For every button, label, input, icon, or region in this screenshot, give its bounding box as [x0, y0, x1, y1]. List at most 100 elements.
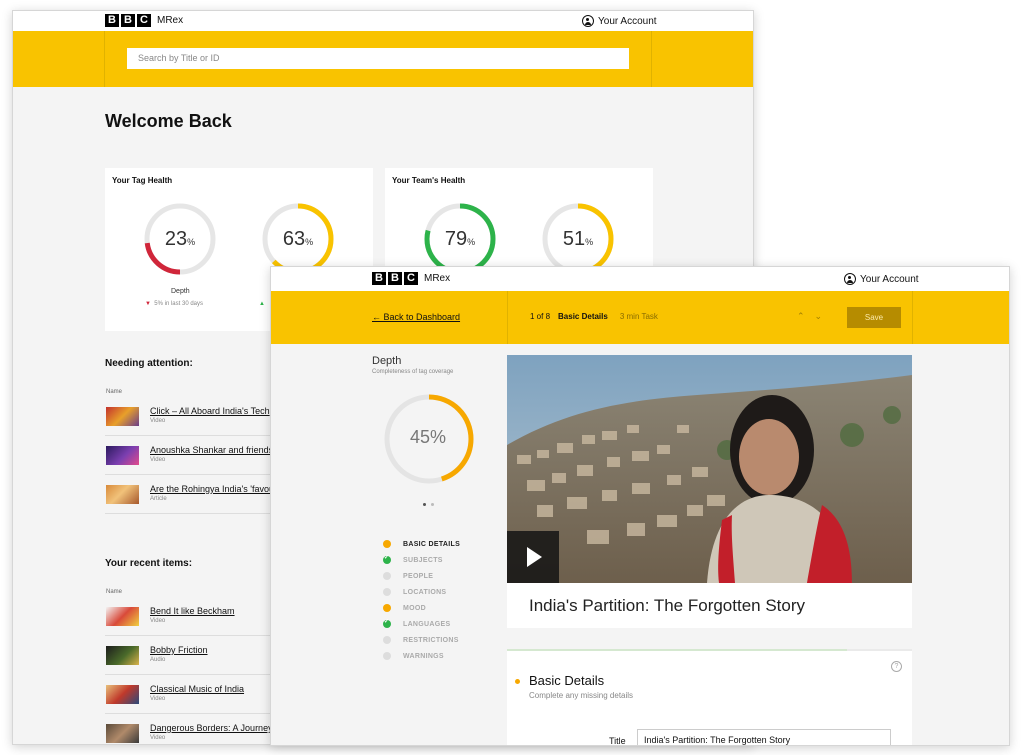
item-type: Video: [150, 735, 166, 741]
logo-letter: B: [372, 272, 386, 285]
account-icon: [844, 273, 856, 285]
video-still-image: [507, 355, 912, 583]
item-type: Video: [150, 457, 166, 463]
ring-number: 51: [562, 228, 586, 250]
status-dot: [383, 604, 391, 612]
step-label: LANGUAGES: [403, 620, 451, 628]
status-dot: [515, 679, 520, 684]
bbc-logo[interactable]: B B C MRex: [105, 14, 183, 27]
list-item[interactable]: Are the Rohingya India's 'favou Article: [105, 476, 295, 514]
thumbnail-image: [106, 685, 139, 704]
task-info: 1 of 8 Basic Details 3 min Task: [530, 312, 658, 321]
basic-details-panel: Basic Details Complete any missing detai…: [507, 649, 912, 746]
section-accent: [507, 649, 847, 651]
save-button[interactable]: Save: [847, 307, 901, 328]
item-title-link[interactable]: Anoushka Shankar and friends: [150, 445, 273, 455]
depth-value: 45%: [409, 427, 447, 447]
logo-letter: C: [404, 272, 418, 285]
video-title: India's Partition: The Forgotten Story: [529, 596, 806, 615]
chevron-down-icon[interactable]: ⌄: [815, 311, 833, 321]
step-mood[interactable]: MOOD: [383, 604, 426, 612]
carousel-dot[interactable]: [431, 503, 434, 506]
divider: [507, 291, 508, 344]
carousel-dot[interactable]: [423, 503, 426, 506]
account-label: Your Account: [598, 15, 657, 27]
list-item[interactable]: Classical Music of India Video: [105, 676, 295, 714]
title-label: Title: [609, 736, 626, 746]
trend-value: 5% in last 30 days: [154, 301, 203, 307]
help-icon[interactable]: ?: [891, 661, 902, 672]
depth-subtitle: Completeness of tag coverage: [372, 369, 454, 375]
product-name: MRex: [157, 15, 184, 26]
item-title-link[interactable]: Classical Music of India: [150, 684, 244, 694]
trend-text: ▼ 5% in last 30 days: [145, 301, 203, 307]
ring-unit: %: [187, 237, 196, 247]
trend-up-icon: ▲: [259, 301, 265, 307]
thumbnail-image: [106, 724, 139, 743]
item-type: Video: [150, 618, 166, 624]
item-title-link[interactable]: Click – All Aboard India's Tech: [150, 406, 270, 416]
step-people[interactable]: PEOPLE: [383, 572, 433, 580]
step-restrictions[interactable]: RESTRICTIONS: [383, 636, 459, 644]
item-title-link[interactable]: Dangerous Borders: A Journey: [150, 723, 273, 733]
thumbnail-image: [106, 607, 139, 626]
divider: [912, 291, 913, 344]
team-health-card: Your Team's Health 79% 51%: [385, 168, 653, 278]
trend-down-icon: ▼: [145, 301, 151, 307]
ring-label: Depth: [171, 288, 190, 295]
video-thumbnail[interactable]: [507, 355, 912, 583]
thumbnail-image: [106, 485, 139, 504]
logo-letter: B: [105, 14, 119, 27]
step-warnings[interactable]: WARNINGS: [383, 652, 444, 660]
status-dot: [383, 588, 391, 596]
item-type: Article: [150, 496, 167, 502]
list-item[interactable]: Bend It like Beckham Video: [105, 598, 295, 636]
step-label: RESTRICTIONS: [403, 636, 459, 644]
ring-number: 79: [444, 228, 468, 250]
step-basic-details[interactable]: BASIC DETAILS: [383, 540, 460, 548]
ring-value: 79%: [420, 228, 500, 251]
step-subjects[interactable]: SUBJECTS: [383, 554, 443, 564]
logo-letter: B: [121, 14, 135, 27]
back-to-dashboard-link[interactable]: ← Back to Dashboard: [372, 312, 460, 322]
step-locations[interactable]: LOCATIONS: [383, 588, 446, 596]
step-label: MOOD: [403, 604, 426, 612]
column-header: Name: [106, 389, 123, 395]
step-languages[interactable]: LANGUAGES: [383, 618, 451, 628]
task-nav: ⌃⌄: [797, 311, 832, 322]
card-title: Your Tag Health: [112, 176, 173, 185]
step-label: WARNINGS: [403, 652, 444, 660]
ring-number: 63: [282, 228, 306, 250]
search-input[interactable]: Search by Title or ID: [127, 48, 629, 69]
bbc-logo[interactable]: B B C MRex: [372, 272, 450, 285]
list-item[interactable]: Dangerous Borders: A Journey Video: [105, 715, 295, 744]
account-link[interactable]: Your Account: [582, 15, 657, 27]
task-duration: 3 min Task: [619, 312, 658, 321]
carousel-dots: [423, 503, 434, 506]
account-link[interactable]: Your Account: [844, 273, 919, 285]
item-title-link[interactable]: Are the Rohingya India's 'favou: [150, 484, 274, 494]
section-subtitle: Complete any missing details: [529, 691, 634, 700]
list-item[interactable]: Anoushka Shankar and friends Video: [105, 437, 295, 475]
check-icon: [383, 618, 391, 628]
status-dot: [383, 636, 391, 644]
play-button[interactable]: [507, 531, 559, 583]
ring-unit: %: [305, 237, 314, 247]
page-title: Welcome Back: [105, 111, 232, 131]
item-title-link[interactable]: Bobby Friction: [150, 645, 208, 655]
task-step-name: Basic Details: [558, 312, 608, 321]
step-label: LOCATIONS: [403, 588, 447, 596]
title-input[interactable]: India's Partition: The Forgotten Story: [637, 729, 891, 745]
item-title-link[interactable]: Bend It like Beckham: [150, 606, 235, 616]
task-position: 1 of 8: [530, 312, 551, 321]
status-dot: [383, 652, 391, 660]
chevron-up-icon[interactable]: ⌃: [797, 311, 815, 321]
card-title: Your Team's Health: [392, 176, 466, 185]
step-label: BASIC DETAILS: [403, 540, 461, 548]
step-label: SUBJECTS: [403, 556, 443, 564]
list-item[interactable]: Click – All Aboard India's Tech Video: [105, 398, 295, 436]
list-item[interactable]: Bobby Friction Audio: [105, 637, 295, 675]
ring-unit: %: [467, 237, 476, 247]
item-type: Audio: [150, 657, 166, 663]
divider: [651, 31, 652, 87]
